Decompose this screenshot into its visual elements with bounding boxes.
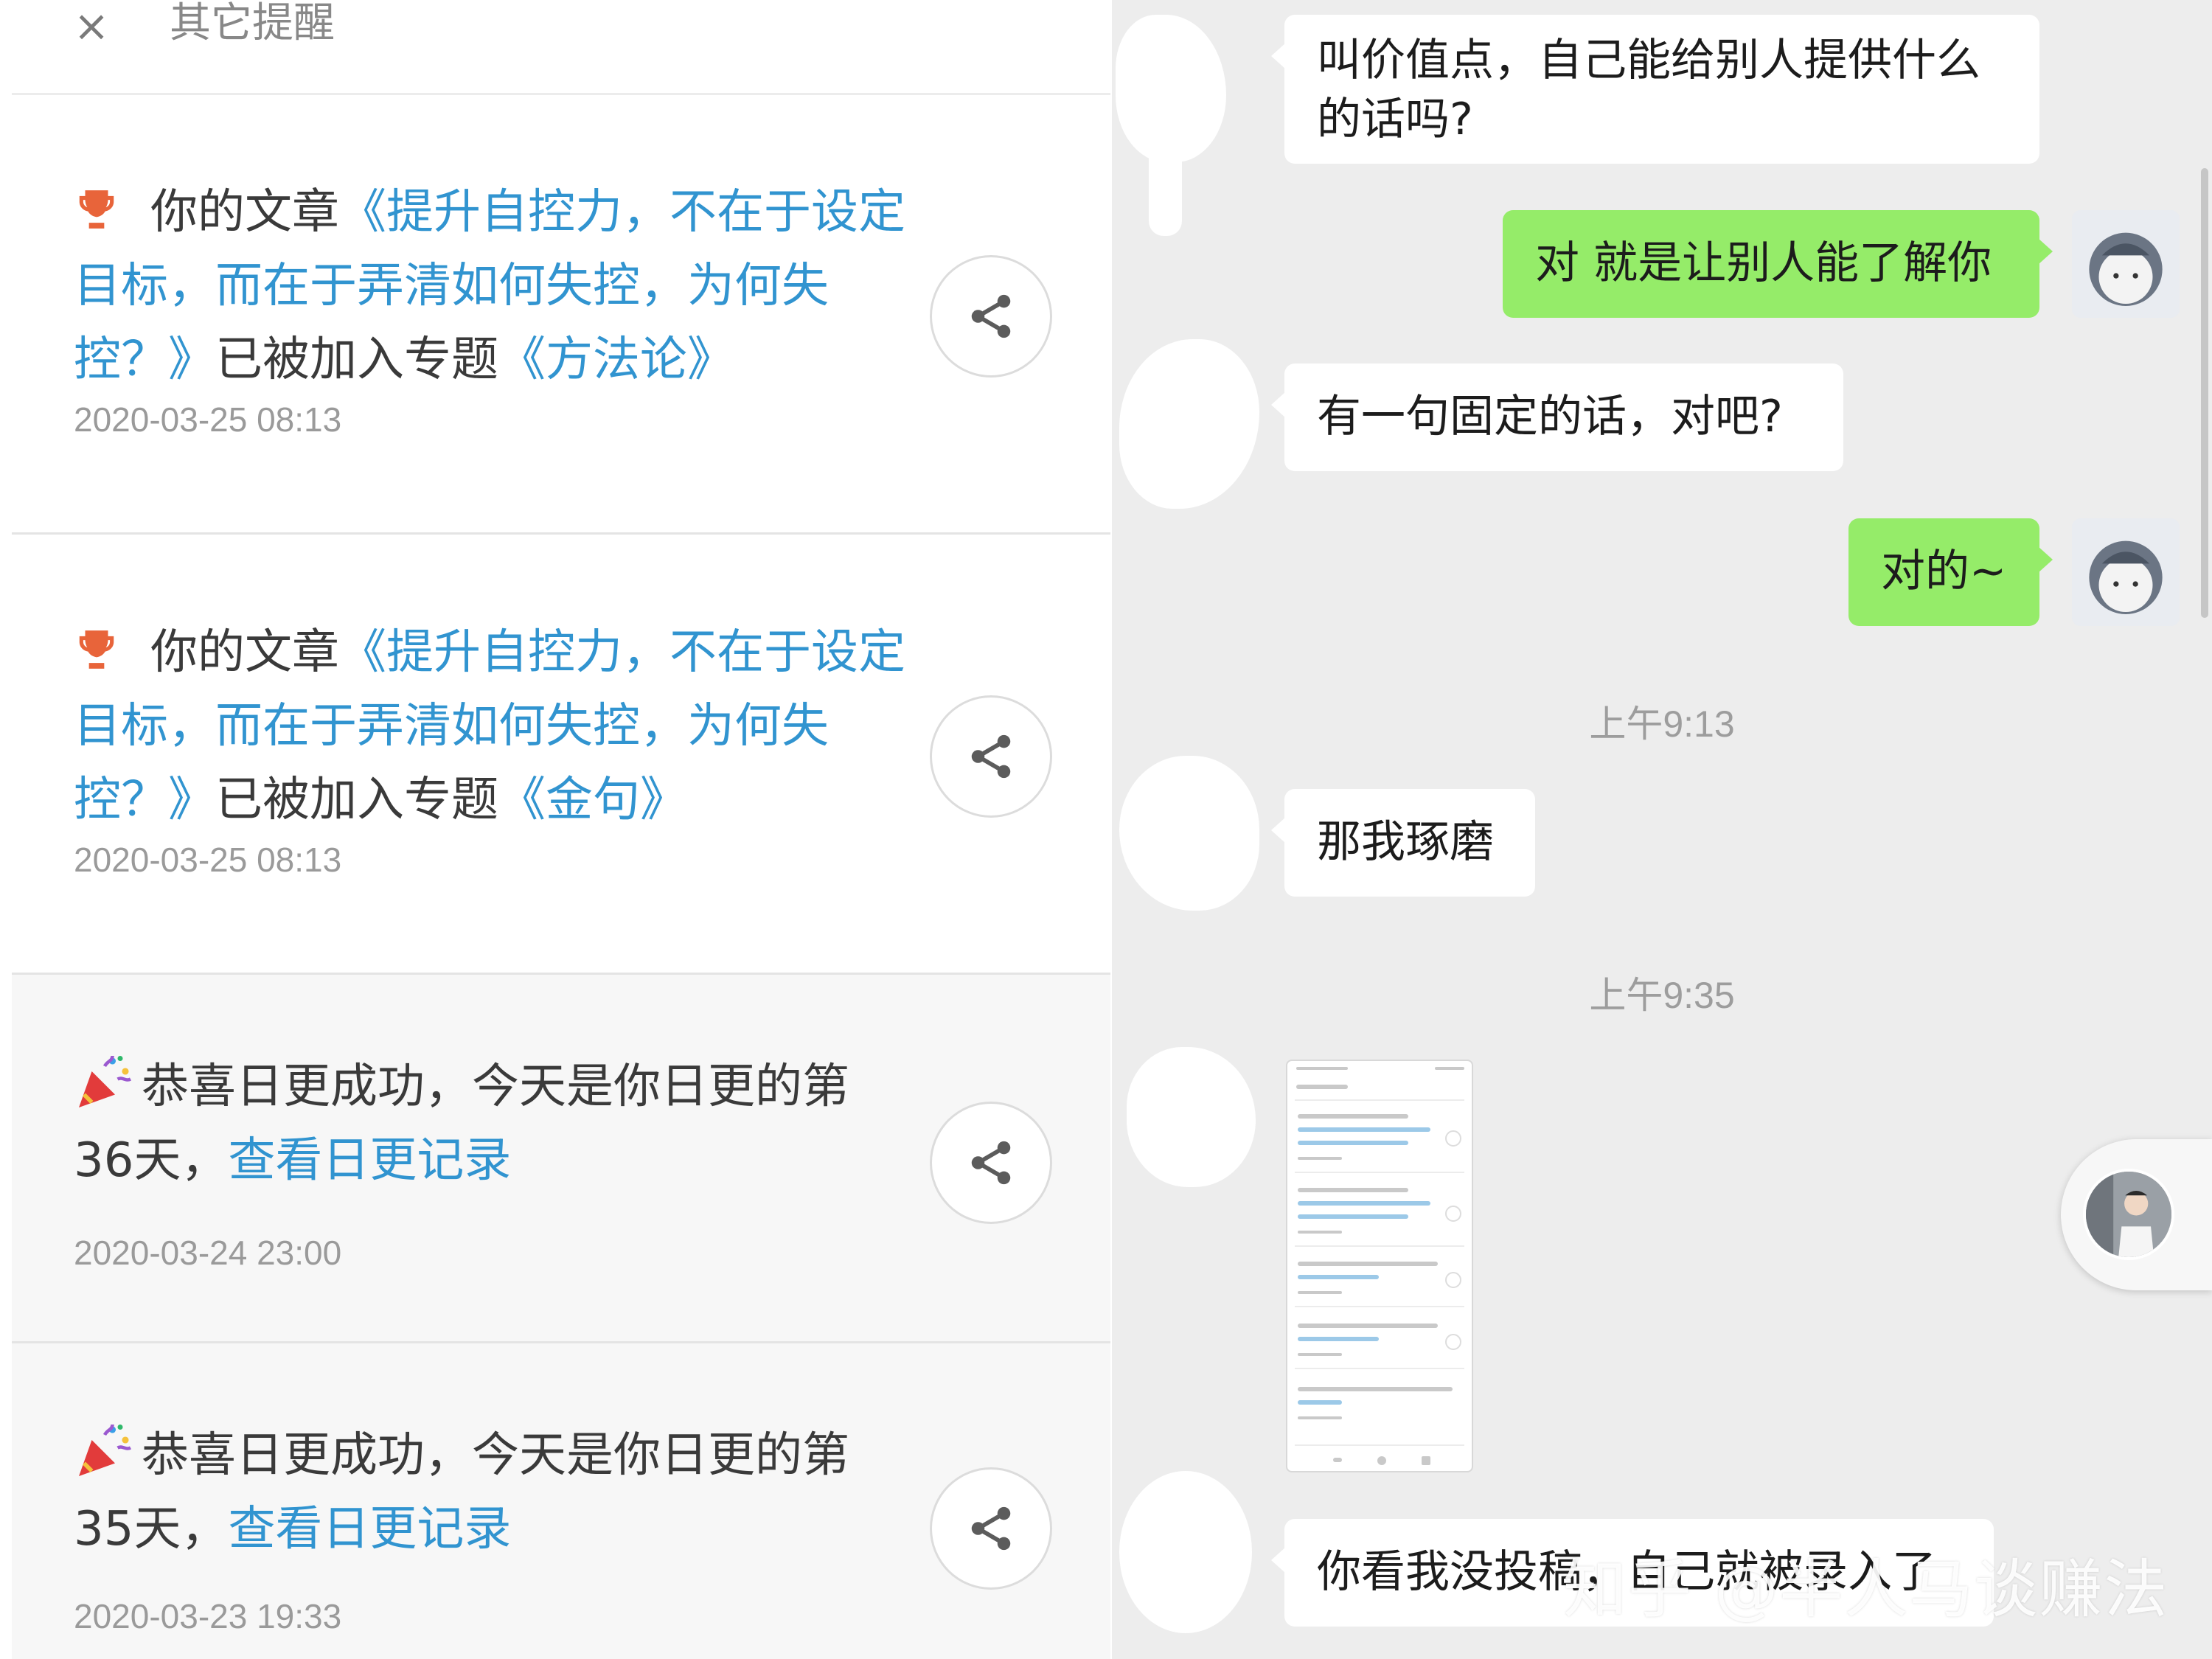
message-text: 对的~ — [1881, 546, 2007, 597]
notifications-panel: × 其它提醒 你的文章《提升自控力，不在于设定目标，而在于弄清如何失控，为何失控… — [0, 0, 1112, 1659]
message-text: 那我琢磨 — [1317, 816, 1494, 868]
bubble-tail — [1271, 1547, 1286, 1573]
shared-image[interactable] — [1286, 1060, 1473, 1472]
bubble-tail — [2038, 238, 2053, 265]
redacted-avatar — [1127, 1047, 1256, 1187]
message-text-line: 叫价值点，自己能给别人提供什么 — [1317, 35, 1980, 86]
notification-time: 2020-03-25 08:13 — [74, 841, 342, 879]
notification-middle: 已被加入专题 — [215, 773, 498, 827]
bubble-tail — [1271, 43, 1286, 69]
my-avatar[interactable] — [2072, 210, 2180, 318]
share-icon — [971, 1141, 1011, 1185]
chat-scrollbar[interactable] — [2201, 168, 2208, 618]
redacted-avatar — [1119, 1471, 1252, 1633]
trophy-icon — [79, 190, 114, 229]
notifications-header: × 其它提醒 — [0, 0, 1112, 94]
message-text: 对 就是让别人能了解你 — [1535, 237, 1992, 289]
my-avatar[interactable] — [2072, 518, 2180, 626]
notification-text: 你的文章《提升自控力，不在于设定目标，而在于弄清如何失控，为何失控？》已被加入专… — [74, 616, 907, 837]
notification-item: 恭喜日更成功，今天是你日更的第36天，查看日更记录 2020-03-24 23:… — [12, 975, 1110, 1343]
notification-item: 你的文章《提升自控力，不在于设定目标，而在于弄清如何失控，为何失控？》已被加入专… — [12, 94, 1110, 535]
chat-message: 有一句固定的话，对吧? — [1271, 364, 1843, 471]
notification-item: 恭喜日更成功，今天是你日更的第35天，查看日更记录 2020-03-23 19:… — [12, 1343, 1110, 1659]
contact-avatar — [2083, 1169, 2174, 1260]
trophy-icon — [79, 630, 114, 669]
notification-prefix: 你的文章 — [150, 625, 339, 680]
message-text-line: 的话吗? — [1317, 94, 1473, 145]
redacted-avatar — [1119, 756, 1259, 911]
chat-timestamp: 上午9:13 — [1589, 703, 1735, 745]
daily-record-link[interactable]: 查看日更记录 — [228, 1502, 511, 1557]
message-text: 有一句固定的话，对吧? — [1317, 391, 1783, 442]
topic-link[interactable]: 《方法论》 — [498, 333, 734, 387]
share-icon — [971, 294, 1011, 338]
bubble-tail — [1271, 817, 1286, 844]
share-button[interactable] — [930, 1102, 1052, 1224]
notification-time: 2020-03-23 19:33 — [74, 1597, 342, 1635]
chat-message: 对 就是让别人能了解你 — [1503, 210, 2053, 318]
notification-text: 恭喜日更成功，今天是你日更的第35天，查看日更记录 — [74, 1419, 907, 1566]
redacted-avatar — [1149, 111, 1182, 236]
share-button[interactable] — [930, 695, 1052, 818]
topic-link[interactable]: 《金句》 — [498, 773, 687, 827]
chat-message: 叫价值点，自己能给别人提供什么 的话吗? — [1271, 15, 2039, 164]
party-popper-icon — [79, 1424, 132, 1476]
share-button[interactable] — [930, 1467, 1052, 1590]
share-button[interactable] — [930, 255, 1052, 378]
page-title: 其它提醒 — [170, 0, 335, 47]
notification-item: 你的文章《提升自控力，不在于设定目标，而在于弄清如何失控，为何失控？》已被加入专… — [12, 535, 1110, 975]
notification-text: 你的文章《提升自控力，不在于设定目标，而在于弄清如何失控，为何失控？》已被加入专… — [74, 175, 907, 397]
watermark: 知乎 @半人马谈赚法 — [1563, 1553, 2169, 1627]
notification-prefix: 你的文章 — [150, 185, 339, 240]
notification-time: 2020-03-24 23:00 — [74, 1234, 342, 1272]
notification-text: 恭喜日更成功，今天是你日更的第36天，查看日更记录 — [74, 1050, 907, 1197]
share-icon — [971, 1506, 1011, 1551]
notification-middle: 已被加入专题 — [215, 333, 498, 387]
notification-time: 2020-03-25 08:13 — [74, 400, 342, 439]
daily-record-link[interactable]: 查看日更记录 — [228, 1133, 511, 1188]
avatar-icon — [2072, 518, 2180, 626]
chat-timestamp: 上午9:35 — [1589, 975, 1735, 1016]
floating-contact-button[interactable] — [2061, 1139, 2212, 1290]
share-icon — [971, 734, 1011, 779]
bubble-tail — [2038, 546, 2053, 573]
person-photo-icon — [2086, 1172, 2171, 1257]
chat-message: 那我琢磨 — [1271, 789, 1535, 897]
party-popper-icon — [79, 1055, 132, 1107]
avatar-icon — [2072, 210, 2180, 318]
close-icon[interactable]: × — [68, 4, 115, 47]
chat-message: 对的~ — [1848, 518, 2053, 626]
redacted-avatar — [1119, 339, 1259, 509]
bubble-tail — [1271, 392, 1286, 418]
